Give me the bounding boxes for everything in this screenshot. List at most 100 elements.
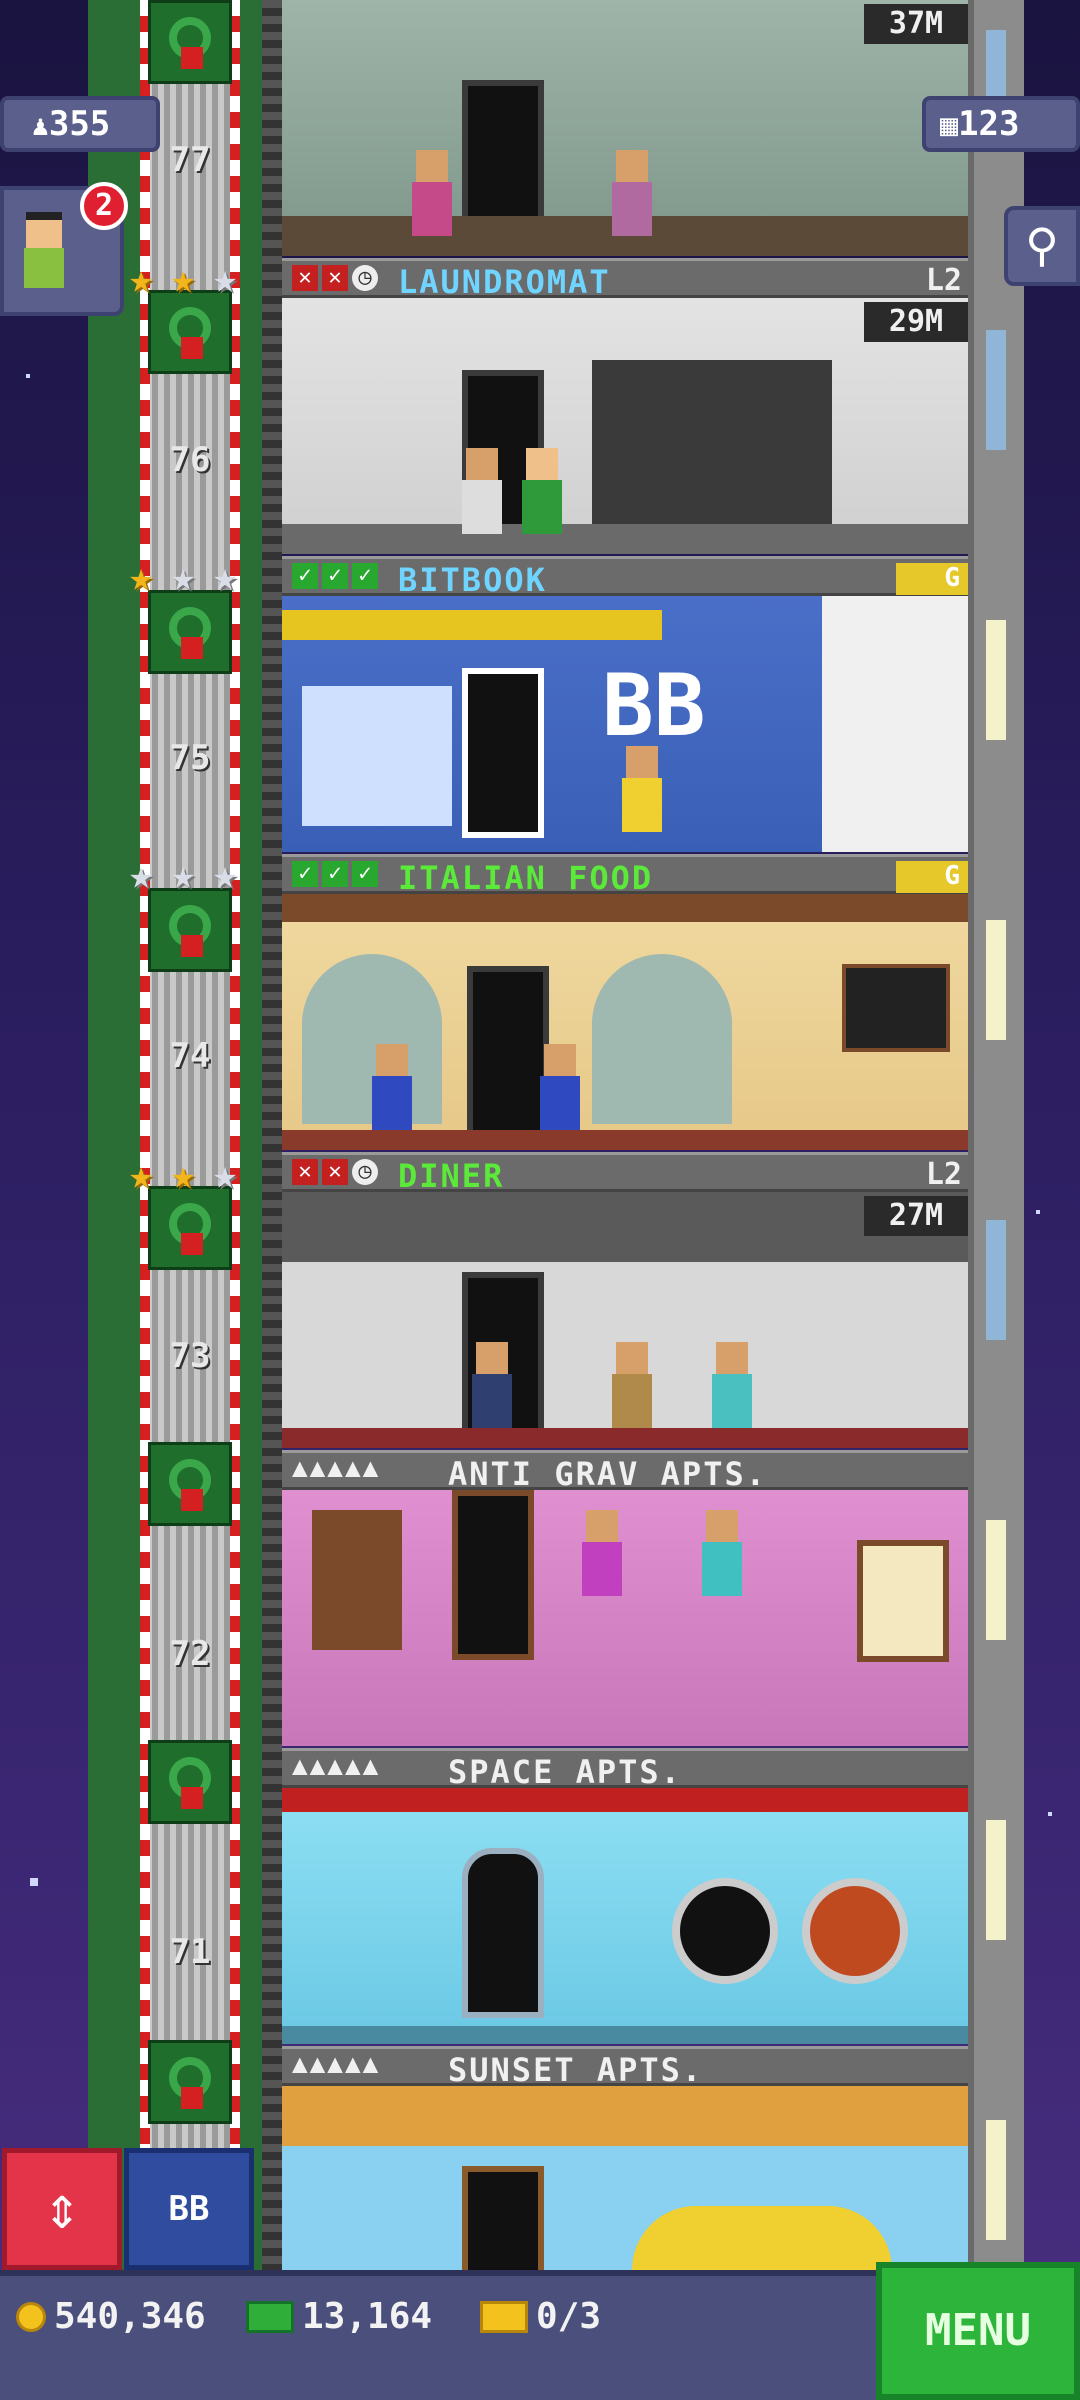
- sky-star: [30, 1878, 38, 1886]
- resident[interactable]: [412, 150, 452, 236]
- notification-badge: 2: [80, 182, 128, 230]
- wreath-icon: [148, 1186, 232, 1270]
- floor-star-rating: ★ ★ ★: [122, 256, 244, 302]
- sunset-apartment-room[interactable]: [282, 2086, 968, 2270]
- sky-star: [26, 374, 30, 378]
- shaft-floor-number: 76: [169, 440, 211, 480]
- shaft-floor-number: 72: [169, 1634, 211, 1674]
- floor-name: SUNSET APTS.: [448, 2051, 704, 2089]
- gold-star-icon: ★: [128, 1152, 154, 1198]
- up-down-arrows-icon: ⇕: [43, 2173, 81, 2243]
- bitbook-button[interactable]: BB: [124, 2148, 254, 2270]
- population-counter[interactable]: ♟355: [0, 96, 160, 152]
- floor-name: BITBOOK: [398, 561, 547, 599]
- clock-icon: ◷: [352, 1159, 378, 1185]
- resident[interactable]: [702, 1510, 742, 1596]
- silver-star-icon: ★: [212, 1152, 238, 1198]
- sky-star: [1048, 1812, 1052, 1816]
- wreath-icon: [148, 590, 232, 674]
- floor-name-bar[interactable]: ✕ ✕ ◷ LAUNDROMAT L2: [282, 258, 968, 301]
- floor-name-bar[interactable]: ▲▲▲▲▲ ANTI GRAV APTS.: [282, 1450, 968, 1493]
- tower-window: [986, 1820, 1006, 1940]
- elevator-up-down-button[interactable]: ⇕: [2, 2148, 122, 2270]
- floor-name: ANTI GRAV APTS.: [448, 1455, 767, 1493]
- floor-name: LAUNDROMAT: [398, 263, 611, 301]
- floor-name-bar[interactable]: ▲▲▲▲▲ SPACE APTS.: [282, 1748, 968, 1791]
- magnifier-icon: ⚲: [1025, 218, 1059, 272]
- shaft-floor-number: 75: [169, 738, 211, 778]
- wreath-icon: [148, 1740, 232, 1824]
- in-stock-icon: ✓: [292, 861, 318, 887]
- bitbook-room[interactable]: BB: [282, 596, 968, 852]
- ticket-icon: [480, 2300, 528, 2333]
- coins-value: 540,346: [54, 2296, 206, 2337]
- floor-star-rating: ★ ★ ★: [122, 855, 244, 895]
- floor-door: [467, 966, 549, 1136]
- resident[interactable]: [612, 150, 652, 236]
- floor-income-label: 37M: [864, 4, 968, 44]
- resident[interactable]: [462, 448, 502, 534]
- tower-window: [986, 1220, 1006, 1340]
- shaft-floor-number: 74: [169, 1036, 211, 1076]
- person-icon: ♟: [32, 109, 49, 142]
- stock-status: ✓ ✓ ✓: [292, 861, 378, 887]
- floor-door: [462, 668, 544, 838]
- bux-value: 13,164: [302, 2296, 433, 2337]
- stock-status: ✕ ✕ ◷: [292, 265, 378, 291]
- floor-name-bar[interactable]: ▲▲▲▲▲ SUNSET APTS.: [282, 2046, 968, 2089]
- vip-ticket-counter[interactable]: 0/3: [480, 2296, 601, 2337]
- out-of-stock-icon: ✕: [292, 1159, 318, 1185]
- floor-income-label: 29M: [864, 302, 968, 342]
- menu-label: MENU: [925, 2305, 1031, 2356]
- resident[interactable]: [582, 1510, 622, 1596]
- coins-counter[interactable]: 540,346: [16, 2296, 206, 2337]
- shaft-floor-number: 71: [169, 1932, 211, 1972]
- resident[interactable]: [472, 1342, 512, 1428]
- bitizen-notification-button[interactable]: 2: [0, 182, 128, 316]
- resident-slots-icon: ▲▲▲▲▲: [292, 1453, 381, 1483]
- floor-star-rating: ★ ★ ★: [122, 554, 244, 600]
- out-of-stock-icon: ✕: [322, 1159, 348, 1185]
- wreath-icon: [148, 888, 232, 972]
- menu-button[interactable]: MENU: [876, 2262, 1080, 2400]
- bux-icon: [246, 2300, 294, 2333]
- tower-window: [986, 2120, 1006, 2240]
- floor-counter[interactable]: ▦123: [922, 96, 1080, 152]
- in-stock-icon: ✓: [352, 563, 378, 589]
- resident-slots-icon: ▲▲▲▲▲: [292, 1751, 381, 1781]
- bitbook-sign: BB: [602, 656, 706, 756]
- resident[interactable]: [540, 1044, 580, 1130]
- resident-slots-icon: ▲▲▲▲▲: [292, 2049, 381, 2079]
- stock-status: ✓ ✓ ✓: [292, 563, 378, 589]
- out-of-stock-icon: ✕: [292, 265, 318, 291]
- floor-name-bar[interactable]: ✓ ✓ ✓ ITALIAN FOOD G: [282, 854, 968, 897]
- bb-label: BB: [168, 2189, 210, 2229]
- collect-badge[interactable]: G: [896, 861, 968, 893]
- floor-name-bar[interactable]: ✓ ✓ ✓ BITBOOK G: [282, 556, 968, 599]
- silver-star-icon: ★: [170, 554, 196, 600]
- out-of-stock-icon: ✕: [322, 265, 348, 291]
- search-button[interactable]: ⚲: [1004, 206, 1080, 286]
- floor-star-rating: ★ ★ ★: [122, 1152, 244, 1198]
- shaft-floor-number: 77: [169, 140, 211, 180]
- bux-counter[interactable]: 13,164: [246, 2296, 432, 2337]
- resident[interactable]: [622, 746, 662, 832]
- space-apartment-room[interactable]: [282, 1788, 968, 2044]
- tower-window: [986, 620, 1006, 740]
- resident[interactable]: [612, 1342, 652, 1428]
- resident[interactable]: [712, 1342, 752, 1428]
- in-stock-icon: ✓: [352, 861, 378, 887]
- resident[interactable]: [522, 448, 562, 534]
- in-stock-icon: ✓: [322, 563, 348, 589]
- gold-star-icon: ★: [128, 256, 154, 302]
- collect-badge[interactable]: G: [896, 563, 968, 595]
- floor-name-bar[interactable]: ✕ ✕ ◷ DINER L2: [282, 1152, 968, 1195]
- wreath-icon: [148, 2040, 232, 2124]
- silver-star-icon: ★: [212, 554, 238, 600]
- avatar: [26, 212, 62, 248]
- resident[interactable]: [372, 1044, 412, 1130]
- italian-food-room[interactable]: [282, 894, 968, 1150]
- shaft-floor-number: 73: [169, 1336, 211, 1376]
- anti-grav-apartment-room[interactable]: [282, 1490, 968, 1746]
- coin-icon: [16, 2301, 46, 2332]
